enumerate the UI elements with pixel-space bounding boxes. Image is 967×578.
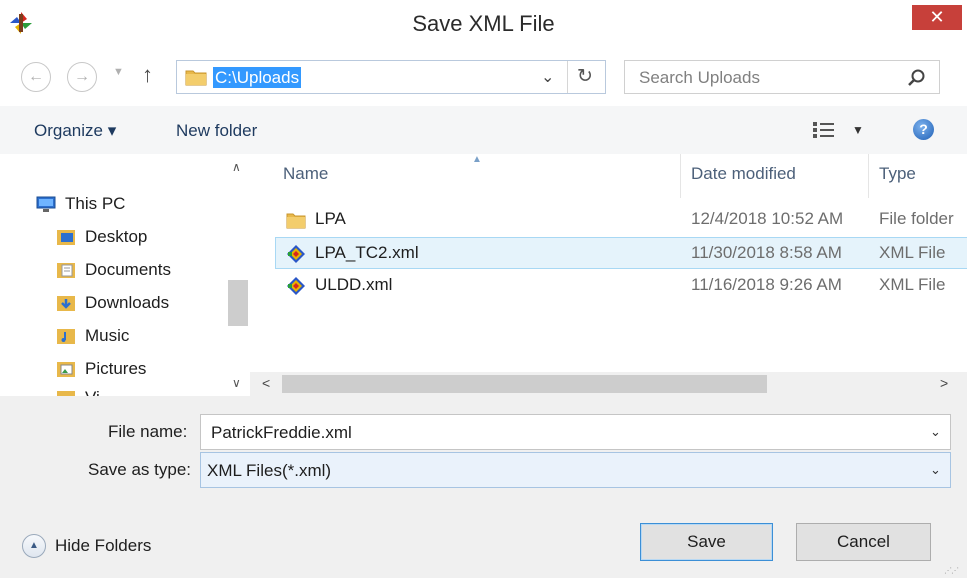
column-header-name[interactable]: Name (283, 164, 328, 184)
file-list: ▲ Name Date modified Type LPA 12/4/2018 … (250, 154, 967, 396)
save-as-type-label: Save as type: (88, 460, 192, 479)
scroll-left-icon[interactable]: < (262, 375, 270, 391)
chevron-down-icon: ▼ (113, 66, 124, 78)
file-name-label: File name: (108, 422, 188, 441)
sidebar-item-label: Vi... (85, 388, 114, 396)
scrollbar-thumb[interactable] (282, 375, 767, 393)
address-bar[interactable]: C:\Uploads ⌄ ↻ (176, 60, 606, 94)
sidebar-item-desktop[interactable]: Desktop (56, 227, 147, 247)
arrow-right-icon: → (74, 68, 90, 85)
command-bar: Organize ▾ New folder ▼ ? (0, 106, 967, 154)
refresh-button[interactable]: ↻ (577, 65, 593, 88)
pictures-folder-icon (57, 362, 75, 377)
file-type: XML File (879, 243, 946, 262)
sidebar-item-music[interactable]: Music (56, 326, 129, 346)
sidebar-item-label: Documents (85, 260, 171, 279)
scrollbar-thumb[interactable] (228, 280, 248, 326)
sidebar-item-downloads[interactable]: Downloads (56, 293, 169, 313)
hide-folders-button[interactable]: ▲ Hide Folders (22, 534, 151, 558)
chevron-down-icon: ▼ (852, 123, 864, 137)
column-header-type[interactable]: Type (879, 164, 916, 184)
search-box[interactable]: Search Uploads (624, 60, 940, 94)
save-button[interactable]: Save (640, 523, 773, 561)
save-as-type-value[interactable]: XML Files(*.xml) (207, 461, 331, 481)
chevron-down-icon: ⌄ (541, 69, 555, 86)
file-type: File folder (879, 209, 954, 228)
address-path[interactable]: C:\Uploads (213, 67, 302, 88)
save-as-type-select[interactable]: XML Files(*.xml) ⌄ (200, 452, 951, 488)
help-icon[interactable]: ? (913, 119, 934, 140)
hide-folders-label: Hide Folders (55, 536, 152, 555)
sidebar-item-label: Downloads (85, 293, 170, 312)
file-row[interactable]: LPA 12/4/2018 10:52 AM File folder (276, 204, 967, 235)
save-options-panel: File name: PatrickFreddie.xml ⌄ Save as … (0, 396, 967, 578)
view-dropdown[interactable]: ▼ (852, 123, 864, 137)
documents-folder-icon (57, 263, 75, 278)
downloads-folder-icon (57, 296, 75, 311)
sidebar-item-documents[interactable]: Documents (56, 260, 171, 280)
file-date: 11/16/2018 9:26 AM (691, 275, 842, 294)
resize-grip-icon[interactable]: ⋰⋰ (944, 566, 959, 575)
desktop-folder-icon (57, 230, 75, 245)
folder-icon (286, 213, 306, 229)
scroll-up-icon[interactable]: ∧ (232, 160, 241, 174)
navigation-pane: This PC Desktop Documents Downloads Musi… (0, 154, 250, 396)
column-divider[interactable] (680, 154, 681, 198)
folder-icon (185, 70, 207, 86)
sidebar-item-label: This PC (65, 194, 126, 213)
arrow-up-icon: ↑ (142, 62, 153, 87)
file-date: 12/4/2018 10:52 AM (691, 209, 844, 228)
organize-button[interactable]: Organize ▾ (34, 121, 116, 141)
sidebar-item-this-pc[interactable]: This PC (36, 194, 125, 214)
divider (567, 61, 568, 93)
file-date: 11/30/2018 8:58 AM (691, 243, 842, 262)
sidebar-item-label: Pictures (85, 359, 147, 378)
sidebar-item-label: Music (85, 326, 130, 345)
column-divider[interactable] (868, 154, 869, 198)
file-name-field[interactable]: PatrickFreddie.xml ⌄ (200, 414, 951, 450)
title-bar: Save XML File ✕ (0, 0, 967, 48)
new-folder-button[interactable]: New folder (176, 121, 257, 141)
window-title: Save XML File (412, 11, 555, 36)
file-row-selected[interactable]: LPA_TC2.xml 11/30/2018 8:58 AM XML File (275, 237, 967, 269)
chevron-up-icon: ▲ (22, 534, 46, 558)
cancel-button[interactable]: Cancel (796, 523, 931, 561)
chevron-down-icon[interactable]: ⌄ (930, 462, 941, 478)
file-row[interactable]: ULDD.xml 11/16/2018 9:26 AM XML File (276, 270, 967, 301)
search-input[interactable]: Search Uploads (639, 68, 760, 88)
address-dropdown[interactable]: ⌄ (541, 67, 554, 87)
music-folder-icon (57, 329, 75, 344)
file-name: LPA (315, 209, 346, 228)
close-button[interactable]: ✕ (912, 5, 962, 30)
view-options-icon[interactable] (812, 121, 836, 139)
column-header-date-modified[interactable]: Date modified (691, 164, 796, 184)
file-name-value[interactable]: PatrickFreddie.xml (211, 423, 352, 443)
scroll-right-icon[interactable]: > (940, 375, 948, 391)
sort-ascending-icon: ▲ (472, 154, 482, 165)
back-button[interactable]: ← (21, 62, 51, 92)
refresh-icon: ↻ (577, 66, 593, 87)
videos-folder-icon (57, 391, 75, 396)
file-name: LPA_TC2.xml (315, 243, 419, 262)
file-type: XML File (879, 275, 946, 294)
scroll-down-icon[interactable]: ∨ (232, 376, 241, 390)
sidebar-item-label: Desktop (85, 227, 148, 246)
up-folder-button[interactable]: ↑ (142, 62, 153, 88)
xml-file-icon (287, 245, 305, 263)
horizontal-scrollbar[interactable]: < > (250, 372, 967, 396)
recent-locations-dropdown[interactable]: ▼ (113, 66, 124, 78)
file-name: ULDD.xml (315, 275, 393, 294)
sidebar-item-videos[interactable]: Vi... (56, 388, 114, 396)
computer-icon (36, 196, 56, 212)
navigation-scrollbar[interactable]: ∧ ∨ (226, 154, 250, 396)
forward-button[interactable]: → (67, 62, 97, 92)
search-icon[interactable] (907, 68, 927, 88)
xml-file-icon (287, 277, 305, 295)
sidebar-item-pictures[interactable]: Pictures (56, 359, 146, 379)
chevron-down-icon[interactable]: ⌄ (930, 424, 941, 440)
arrow-left-icon: ← (28, 68, 44, 85)
